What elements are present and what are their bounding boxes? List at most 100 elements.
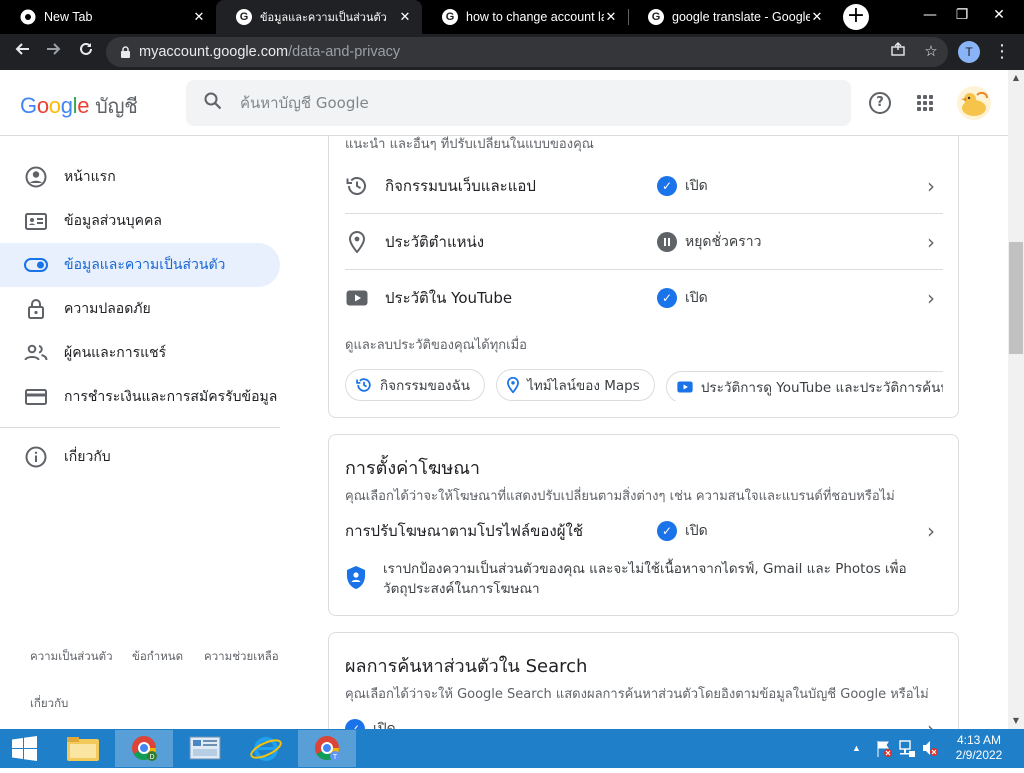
google-account-logo[interactable]: Google บัญชี	[20, 90, 138, 122]
history-icon	[345, 175, 369, 197]
info-icon	[24, 445, 48, 469]
youtube-history-row[interactable]: ประวัติใน YouTube ✓ เปิด ›	[345, 270, 943, 326]
personal-results-row[interactable]: ✓ เปิด ›	[345, 701, 943, 729]
clock-time: 4:13 AM	[956, 733, 1002, 747]
youtube-icon	[345, 290, 369, 306]
network-icon[interactable]	[897, 729, 917, 768]
sidebar-item-label: ข้อมูลส่วนบุคคล	[64, 213, 162, 229]
minimize-button[interactable]: —	[915, 0, 945, 34]
footer-link-terms[interactable]: ข้อกำหนด	[132, 648, 183, 666]
chrome-icon: T	[315, 736, 340, 761]
footer-link-about[interactable]: เกี่ยวกับ	[30, 695, 68, 713]
ad-personalization-row[interactable]: การปรับโฆษณาตามโปรไฟล์ของผู้ใช้ ✓ เปิด ›	[345, 503, 943, 559]
sidebar-item-data-privacy[interactable]: ข้อมูลและความเป็นส่วนตัว	[0, 243, 280, 287]
history-note: ดูและลบประวัติของคุณได้ทุกเมื่อ	[345, 338, 527, 353]
browser-menu-icon[interactable]: ⋮	[988, 38, 1016, 66]
footer-link-help[interactable]: ความช่วยเหลือ	[204, 648, 279, 666]
page-content: Google บัญชี ค้นหาบัญชี Google ? หน้าแรก…	[0, 70, 1008, 729]
youtube-history-chip[interactable]: ประวัติการดู YouTube และประวัติการค้นหา	[665, 371, 943, 401]
google-apps-icon[interactable]	[911, 89, 939, 117]
sidebar-item-security[interactable]: ความปลอดภัย	[0, 287, 280, 331]
taskbar-control-panel[interactable]	[176, 730, 234, 767]
taskbar-clock[interactable]: 4:13 AM 2/9/2022	[948, 733, 1010, 763]
sidebar-item-label: เกี่ยวกับ	[64, 449, 111, 465]
privacy-protection-note: เราปกป้องความเป็นส่วนตัวของคุณ และจะไม่ใ…	[345, 559, 935, 599]
address-bar[interactable]: myaccount.google.com/data-and-privacy ☆	[106, 37, 948, 67]
internet-explorer-icon	[250, 737, 282, 761]
product-name: บัญชี	[95, 96, 138, 118]
forward-button[interactable]	[40, 38, 68, 66]
tab-google-translate[interactable]: google translate - Google ✕	[628, 0, 834, 34]
tab-title: google translate - Google	[672, 10, 810, 24]
sidebar-item-label: ข้อมูลและความเป็นส่วนตัว	[64, 257, 226, 273]
check-circle-icon: ✓	[345, 719, 365, 729]
tab-how-to-change-language[interactable]: how to change account lan ✕	[422, 0, 628, 34]
scrollbar-thumb[interactable]	[1009, 242, 1023, 354]
account-search-box[interactable]: ค้นหาบัญชี Google	[186, 80, 851, 126]
sidebar-item-about[interactable]: เกี่ยวกับ	[0, 435, 280, 479]
status-text: เปิด	[685, 177, 708, 194]
help-icon[interactable]: ?	[869, 92, 891, 114]
bookmark-star-icon[interactable]: ☆	[918, 38, 944, 66]
google-favicon-icon	[442, 9, 458, 25]
chrome-icon	[20, 9, 36, 25]
sidebar-item-label: การชำระเงินและการสมัครรับข้อมูล	[64, 389, 278, 405]
card-title: ผลการค้นหาส่วนตัวใน Search	[345, 656, 588, 677]
search-icon	[186, 92, 240, 115]
close-tab-icon[interactable]: ✕	[604, 9, 618, 24]
sidebar-item-home[interactable]: หน้าแรก	[0, 155, 280, 199]
show-hidden-icons-icon[interactable]: ▲	[852, 729, 864, 768]
history-chips: กิจกรรมของฉัน ไทม์ไลน์ของ Maps ประวัติกา…	[345, 369, 943, 401]
profile-avatar[interactable]: T	[958, 41, 980, 63]
taskbar-internet-explorer[interactable]	[237, 730, 295, 767]
personal-search-results-card: ผลการค้นหาส่วนตัวใน Search คุณเลือกได้ว่…	[328, 632, 959, 729]
tab-new-tab[interactable]: New Tab ✕	[0, 0, 216, 34]
account-avatar[interactable]	[957, 86, 991, 120]
close-tab-icon[interactable]: ✕	[398, 9, 412, 24]
new-tab-button[interactable]: +	[843, 4, 869, 30]
youtube-icon	[677, 381, 693, 393]
row-label: การปรับโฆษณาตามโปรไฟล์ของผู้ใช้	[345, 522, 584, 540]
page-scrollbar[interactable]: ▲ ▼	[1008, 70, 1024, 729]
sidebar-item-people-sharing[interactable]: ผู้คนและการแชร์	[0, 331, 280, 375]
share-icon[interactable]	[885, 38, 911, 66]
start-button[interactable]	[0, 729, 50, 768]
tab-title: ข้อมูลและความเป็นส่วนตัว	[260, 12, 387, 24]
tab-data-and-privacy[interactable]: ข้อมูลและความเป็นส่วนตัว ✕	[216, 0, 422, 34]
url-path: /data-and-privacy	[288, 44, 401, 60]
action-center-flag-icon[interactable]	[874, 729, 894, 768]
check-circle-icon: ✓	[657, 521, 677, 541]
back-button[interactable]	[8, 38, 36, 66]
sidebar-item-personal-info[interactable]: ข้อมูลส่วนบุคคล	[0, 199, 280, 243]
close-tab-icon[interactable]: ✕	[192, 9, 206, 24]
sidebar-item-label: ความปลอดภัย	[64, 301, 151, 317]
sidebar-item-payments[interactable]: การชำระเงินและการสมัครรับข้อมูล	[0, 375, 280, 419]
maps-timeline-chip[interactable]: ไทม์ไลน์ของ Maps	[496, 369, 655, 401]
search-input[interactable]: ค้นหาบัญชี Google	[240, 91, 369, 115]
google-favicon-icon	[236, 9, 252, 25]
footer-link-privacy[interactable]: ความเป็นส่วนตัว	[30, 648, 113, 666]
row-status: หยุดชั่วคราว	[657, 231, 919, 253]
scroll-down-icon[interactable]: ▼	[1008, 713, 1024, 729]
volume-muted-icon[interactable]	[920, 729, 940, 768]
account-header: Google บัญชี ค้นหาบัญชี Google ?	[0, 70, 1008, 136]
location-pin-icon	[507, 377, 520, 393]
close-window-button[interactable]: ✕	[984, 0, 1014, 34]
restore-button[interactable]: ❐	[947, 0, 977, 34]
windows-logo-icon	[12, 736, 37, 761]
taskbar-file-explorer[interactable]	[54, 730, 112, 767]
people-icon	[24, 341, 48, 365]
status-text: เปิด	[685, 523, 708, 539]
taskbar-chrome-d[interactable]: D	[115, 730, 173, 767]
taskbar-chrome-t[interactable]: T	[298, 730, 356, 767]
location-history-row[interactable]: ประวัติตำแหน่ง หยุดชั่วคราว ›	[345, 214, 943, 270]
scroll-up-icon[interactable]: ▲	[1008, 70, 1024, 86]
history-icon	[356, 377, 372, 393]
close-tab-icon[interactable]: ✕	[810, 9, 824, 24]
my-activity-chip[interactable]: กิจกรรมของฉัน	[345, 369, 486, 401]
chevron-right-icon: ›	[927, 229, 935, 254]
duck-avatar-icon	[961, 91, 988, 116]
web-app-activity-row[interactable]: กิจกรรมบนเว็บและแอป ✓ เปิด ›	[345, 158, 943, 214]
chip-label: กิจกรรมของฉัน	[380, 378, 471, 394]
reload-button[interactable]	[72, 38, 100, 66]
